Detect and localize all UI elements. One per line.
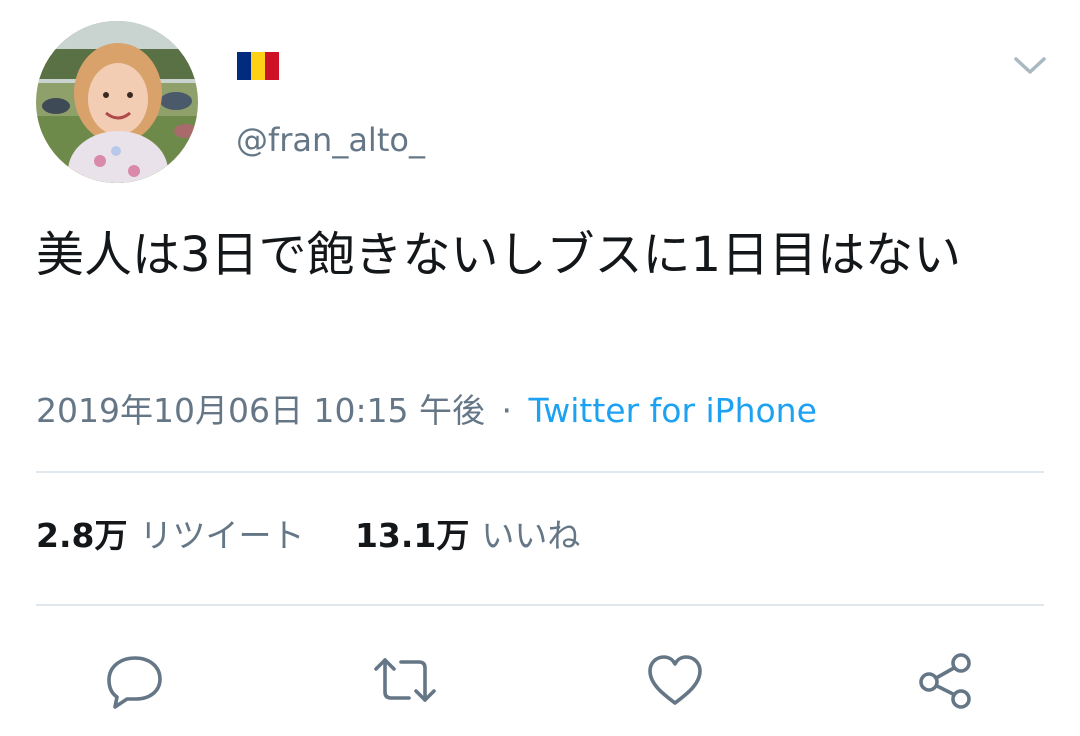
meta-separator: · — [501, 391, 513, 430]
share-button[interactable] — [913, 648, 977, 712]
likes-stat[interactable]: 13.1万 いいね — [355, 513, 580, 559]
retweets-count: 2.8万 — [36, 516, 128, 555]
divider — [36, 471, 1044, 473]
reply-button[interactable] — [103, 648, 167, 712]
flag-icon — [237, 52, 279, 80]
timestamp[interactable]: 2019年10月06日 10:15 午後 — [36, 391, 485, 430]
engagement-stats: 2.8万 リツイート 13.1万 いいね — [36, 513, 580, 559]
chevron-down-icon[interactable] — [1010, 50, 1050, 82]
retweets-label: リツイート — [139, 516, 305, 555]
flag-stripe-blue — [237, 52, 251, 80]
retweet-icon — [374, 658, 436, 702]
tweet-detail: @fran_alto_ 美人は3日で飽きないしブスに1日目はない 2019年10… — [0, 0, 1080, 736]
likes-label: いいね — [481, 516, 581, 555]
flag-stripe-yellow — [251, 52, 265, 80]
heart-icon — [648, 655, 702, 705]
likes-count: 13.1万 — [354, 516, 470, 555]
like-button[interactable] — [643, 648, 707, 712]
avatar[interactable] — [36, 21, 198, 183]
user-handle[interactable]: @fran_alto_ — [236, 118, 425, 162]
reply-icon — [107, 656, 162, 709]
retweets-stat[interactable]: 2.8万 リツイート — [36, 513, 304, 559]
retweet-button[interactable] — [373, 648, 437, 712]
source-link[interactable]: Twitter for iPhone — [529, 391, 817, 430]
profile-photo-icon — [36, 21, 198, 183]
flag-stripe-red — [265, 52, 279, 80]
tweet-meta: 2019年10月06日 10:15 午後 · Twitter for iPhon… — [36, 388, 817, 434]
divider — [36, 604, 1044, 606]
share-icon — [919, 653, 971, 709]
tweet-text: 美人は3日で飽きないしブスに1日目はない — [36, 227, 962, 283]
